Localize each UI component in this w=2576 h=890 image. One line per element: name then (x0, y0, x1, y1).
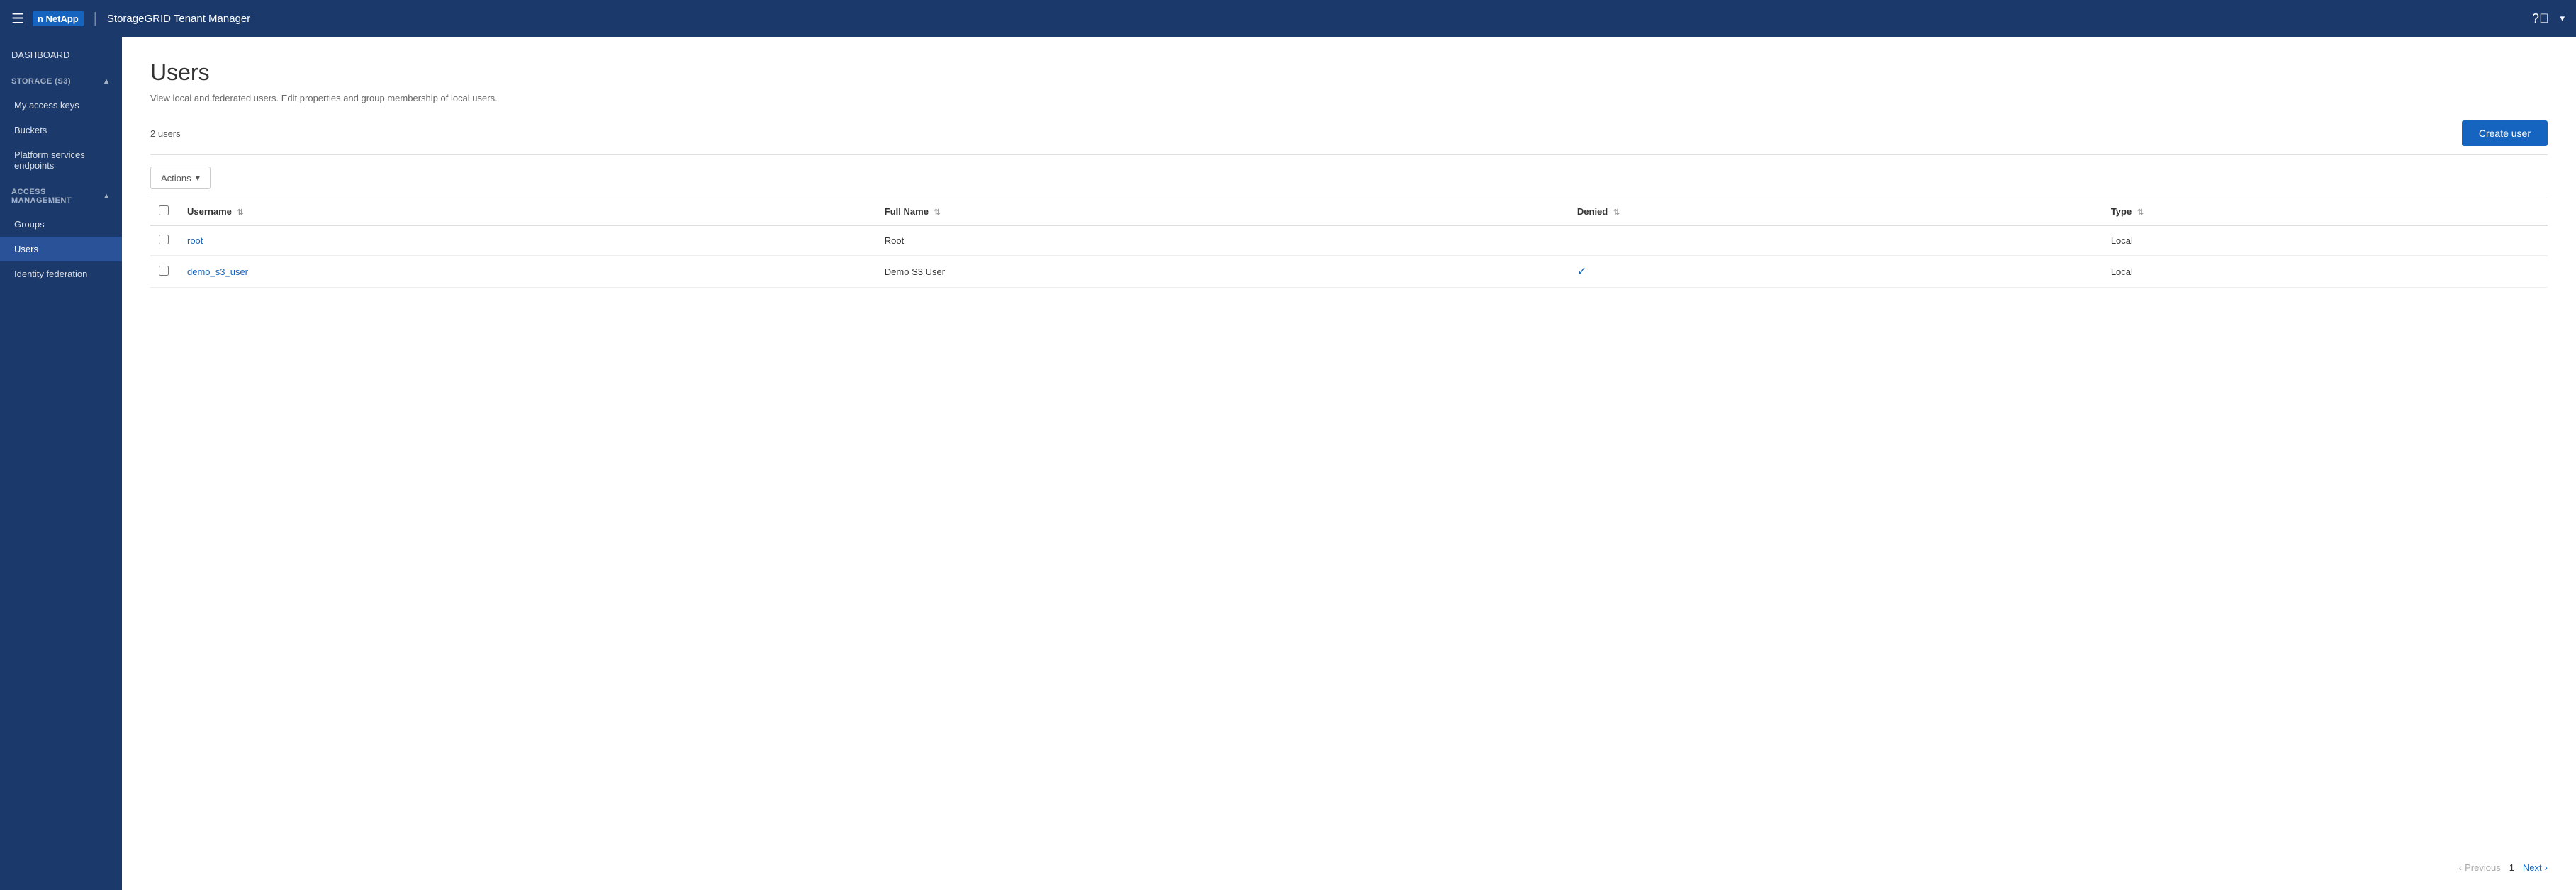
page-title: Users (150, 60, 2548, 86)
pagination-row: ‹ Previous 1 Next › (150, 848, 2548, 873)
access-chevron-icon: ▲ (103, 192, 111, 201)
sidebar-item-buckets[interactable]: Buckets (0, 118, 122, 142)
brand-logo: n NetApp (33, 11, 84, 26)
help-icon[interactable]: ?⃝ (2532, 11, 2549, 26)
nav-left: ☰ n NetApp | StorageGRID Tenant Manager (11, 10, 250, 28)
actions-row: Actions ▾ (150, 167, 2548, 189)
col-type[interactable]: Type ⇅ (2102, 198, 2548, 226)
sidebar-item-groups[interactable]: Groups (0, 212, 122, 237)
prev-arrow-icon: ‹ (2459, 862, 2462, 873)
top-nav: ☰ n NetApp | StorageGRID Tenant Manager … (0, 0, 2576, 37)
sidebar: DASHBOARD STORAGE (S3) ▲ My access keys … (0, 37, 122, 890)
brand-title: StorageGRID Tenant Manager (107, 13, 250, 25)
type-sort-icon: ⇅ (2137, 208, 2144, 217)
col-full-name[interactable]: Full Name ⇅ (876, 198, 1569, 226)
brand: n NetApp | StorageGRID Tenant Manager (33, 11, 250, 27)
select-all-cell[interactable] (150, 198, 179, 226)
denied-sort-icon: ⇅ (1613, 208, 1620, 217)
table-row: demo_s3_user Demo S3 User ✓ Local (150, 256, 2548, 288)
storage-chevron-icon: ▲ (103, 77, 111, 86)
brand-separator: | (94, 11, 97, 27)
row2-username: demo_s3_user (179, 256, 876, 288)
current-page: 1 (2509, 862, 2514, 873)
sidebar-item-my-access-keys[interactable]: My access keys (0, 93, 122, 118)
table-body: root Root Local demo_s3_user Demo S3 Use… (150, 225, 2548, 288)
select-all-checkbox[interactable] (159, 205, 169, 215)
app-body: DASHBOARD STORAGE (S3) ▲ My access keys … (0, 37, 2576, 890)
col-denied[interactable]: Denied ⇅ (1569, 198, 2102, 226)
row2-fullname: Demo S3 User (876, 256, 1569, 288)
denied-checkmark-icon: ✓ (1577, 266, 1586, 278)
actions-label: Actions (161, 173, 191, 184)
col-username[interactable]: Username ⇅ (179, 198, 876, 226)
row2-username-link[interactable]: demo_s3_user (187, 266, 248, 277)
sidebar-item-users[interactable]: Users (0, 237, 122, 261)
main-content: Users View local and federated users. Ed… (122, 37, 2576, 890)
row1-type: Local (2102, 225, 2548, 256)
table-row: root Root Local (150, 225, 2548, 256)
hamburger-icon[interactable]: ☰ (11, 10, 24, 28)
sidebar-item-identity-federation[interactable]: Identity federation (0, 261, 122, 286)
users-count: 2 users (150, 128, 181, 139)
row1-username: root (179, 225, 876, 256)
sidebar-item-dashboard[interactable]: DASHBOARD (0, 43, 122, 67)
row2-denied: ✓ (1569, 256, 2102, 288)
sidebar-section-storage: STORAGE (S3) ▲ (0, 67, 122, 93)
fullname-sort-icon: ⇅ (934, 208, 941, 217)
row1-denied (1569, 225, 2102, 256)
row1-fullname: Root (876, 225, 1569, 256)
row2-type: Local (2102, 256, 2548, 288)
page-description: View local and federated users. Edit pro… (150, 93, 2548, 103)
users-table: Username ⇅ Full Name ⇅ Denied ⇅ Type ⇅ (150, 198, 2548, 288)
user-menu-icon[interactable]: ▾ (2560, 13, 2565, 24)
create-user-button[interactable]: Create user (2462, 120, 2548, 146)
row2-checkbox-cell[interactable] (150, 256, 179, 288)
username-sort-icon: ⇅ (237, 208, 244, 217)
actions-chevron-icon: ▾ (196, 172, 201, 184)
previous-button[interactable]: ‹ Previous (2459, 862, 2501, 873)
row1-checkbox-cell[interactable] (150, 225, 179, 256)
row1-checkbox[interactable] (159, 235, 169, 244)
next-button[interactable]: Next › (2523, 862, 2548, 873)
row1-username-link[interactable]: root (187, 235, 203, 246)
sidebar-section-access: ACCESS MANAGEMENT ▲ (0, 178, 122, 212)
row2-checkbox[interactable] (159, 266, 169, 276)
actions-button[interactable]: Actions ▾ (150, 167, 211, 189)
nav-right: ?⃝ ▾ (2532, 11, 2565, 26)
toolbar-row: 2 users Create user (150, 120, 2548, 155)
next-arrow-icon: › (2545, 862, 2548, 873)
sidebar-item-platform-services[interactable]: Platform services endpoints (0, 142, 122, 178)
table-header: Username ⇅ Full Name ⇅ Denied ⇅ Type ⇅ (150, 198, 2548, 226)
